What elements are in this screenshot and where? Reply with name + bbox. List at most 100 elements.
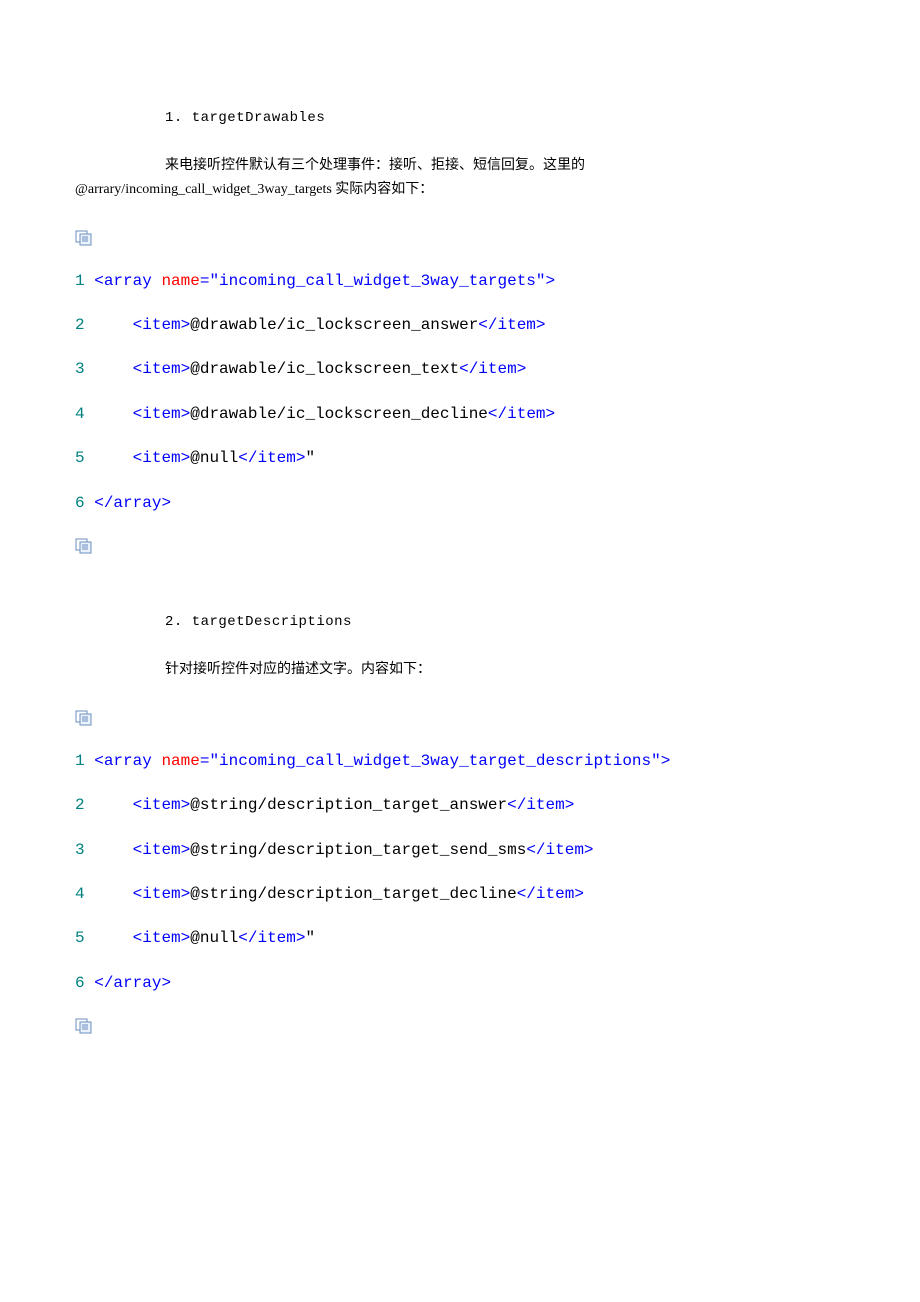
xml-text: @string/description_target_send_sms [190,841,526,859]
code-line: 1 <array name="incoming_call_widget_3way… [75,270,845,292]
code-line: 3 <item>@string/description_target_send_… [75,839,845,861]
xml-gt: > [181,316,191,334]
code-line: 2 <item>@string/description_target_answe… [75,794,845,816]
xml-bracket: < [133,405,143,423]
xml-tag: item [142,449,180,467]
xml-close-tag: array [113,494,161,512]
xml-bracket: < [133,316,143,334]
xml-gt: > [181,449,191,467]
xml-tag: item [142,316,180,334]
line-number: 6 [75,974,85,992]
xml-val: incoming_call_widget_3way_target_descrip… [219,752,651,770]
xml-text: @string/description_target_answer [190,796,507,814]
document-page: 1. targetDrawables 来电接听控件默认有三个处理事件：接听、拒接… [0,0,920,1118]
xml-gt: > [181,841,191,859]
xml-text: @drawable/ic_lockscreen_decline [190,405,488,423]
line-number: 4 [75,885,85,903]
trailing-quote: " [305,449,315,467]
xml-tag: item [142,885,180,903]
xml-close-open: </ [94,494,113,512]
xml-text: @string/description_target_decline [190,885,516,903]
xml-tag: item [142,405,180,423]
xml-gt: > [181,885,191,903]
line-number: 4 [75,405,85,423]
line-number: 6 [75,494,85,512]
xml-val: incoming_call_widget_3way_targets [219,272,536,290]
xml-close-gt: > [161,494,171,512]
xml-close: > [546,272,556,290]
xml-close-tag: item [546,841,584,859]
xml-close-gt: > [546,405,556,423]
xml-close-open: </ [238,929,257,947]
line-number: 2 [75,316,85,334]
xml-close-gt: > [574,885,584,903]
xml-close-open: </ [94,974,113,992]
xml-tag: item [142,841,180,859]
para-line-1: 来电接听控件默认有三个处理事件：接听、拒接、短信回复。这里的 [165,158,585,173]
xml-close-open: </ [517,885,536,903]
xml-bracket: < [133,449,143,467]
para-line-2: @arrary/incoming_call_widget_3way_target… [75,182,433,197]
xml-bracket: < [133,929,143,947]
xml-close-open: </ [238,449,257,467]
section-1-heading: 1. targetDrawables [165,110,845,126]
copy-icon[interactable] [75,538,845,554]
xml-eq: =" [200,272,219,290]
code-line: 2 <item>@drawable/ic_lockscreen_answer</… [75,314,845,336]
xml-text: @null [190,449,238,467]
xml-close-open: </ [507,796,526,814]
line-number: 1 [75,752,85,770]
xml-text: @null [190,929,238,947]
xml-close-tag: array [113,974,161,992]
xml-close-gt: > [584,841,594,859]
copy-icon[interactable] [75,230,845,246]
line-number: 1 [75,272,85,290]
section-2-para: 针对接听控件对应的描述文字。内容如下： [165,658,845,682]
xml-tag: array [104,752,162,770]
xml-tag: item [142,360,180,378]
xml-bracket: < [133,885,143,903]
code-line: 6 </array> [75,972,845,994]
xml-eq: =" [200,752,219,770]
xml-close: > [661,752,671,770]
xml-gt: > [181,360,191,378]
xml-close-open: </ [526,841,545,859]
code-block-1: 1 <array name="incoming_call_widget_3way… [75,270,845,514]
xml-endq: " [651,752,661,770]
line-number: 3 [75,360,85,378]
xml-bracket: < [133,796,143,814]
xml-close-gt: > [536,316,546,334]
xml-close-tag: item [507,405,545,423]
xml-attr: name [161,752,199,770]
xml-bracket: < [94,752,104,770]
xml-bracket: < [133,841,143,859]
line-number: 2 [75,796,85,814]
code-line: 4 <item>@string/description_target_decli… [75,883,845,905]
code-line: 4 <item>@drawable/ic_lockscreen_decline<… [75,403,845,425]
code-block-2: 1 <array name="incoming_call_widget_3way… [75,750,845,994]
xml-close-tag: item [536,885,574,903]
line-number: 5 [75,449,85,467]
xml-close-tag: item [478,360,516,378]
code-line: 6 </array> [75,492,845,514]
xml-close-tag: item [257,929,295,947]
code-line: 1 <array name="incoming_call_widget_3way… [75,750,845,772]
xml-text: @drawable/ic_lockscreen_text [190,360,459,378]
xml-bracket: < [94,272,104,290]
line-number: 5 [75,929,85,947]
code-line: 5 <item>@null</item>" [75,447,845,469]
xml-close-gt: > [161,974,171,992]
xml-close-tag: item [498,316,536,334]
xml-close-gt: > [565,796,575,814]
xml-text: @drawable/ic_lockscreen_answer [190,316,478,334]
code-line: 3 <item>@drawable/ic_lockscreen_text</it… [75,358,845,380]
xml-close-open: </ [459,360,478,378]
copy-icon[interactable] [75,1018,845,1034]
copy-icon[interactable] [75,710,845,726]
xml-gt: > [181,405,191,423]
xml-tag: item [142,929,180,947]
line-number: 3 [75,841,85,859]
xml-close-open: </ [488,405,507,423]
xml-gt: > [181,929,191,947]
section-2-heading: 2. targetDescriptions [165,614,845,630]
